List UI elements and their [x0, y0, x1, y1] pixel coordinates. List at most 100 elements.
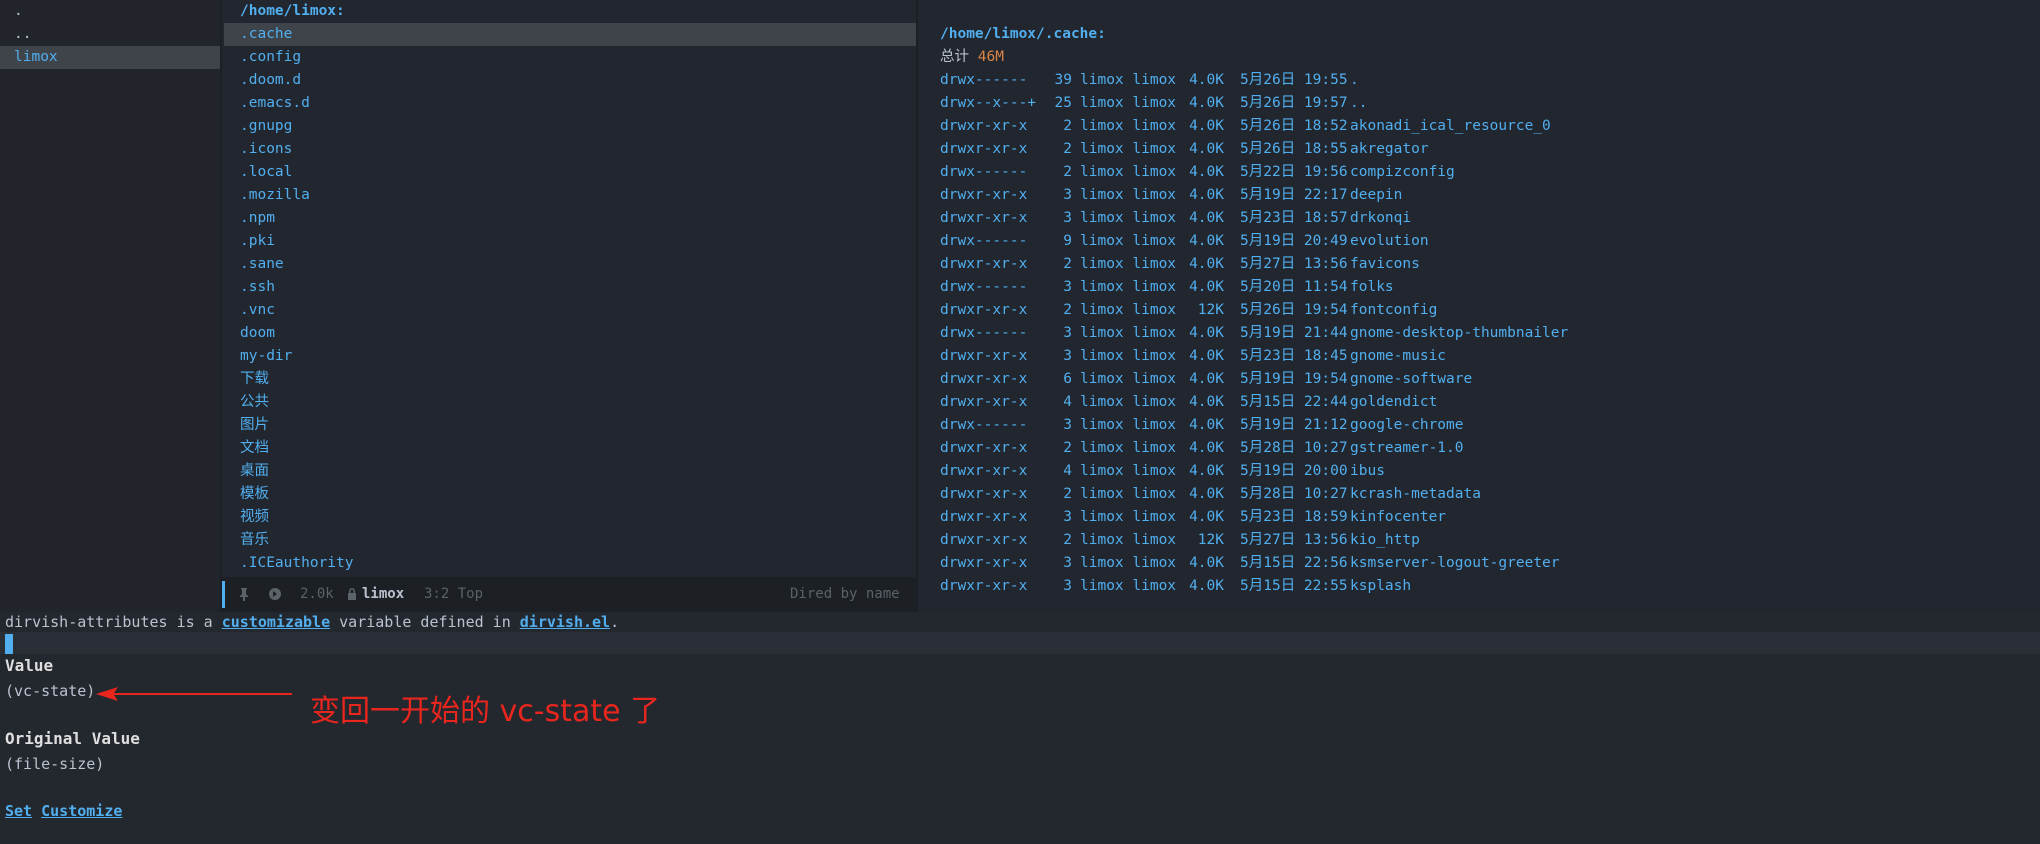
permissions: drwxr-xr-x	[940, 256, 1028, 272]
file-name: .gnupg	[240, 118, 293, 134]
current-value: (vc-state)	[5, 682, 96, 700]
permissions: drwxr-xr-x	[940, 118, 1028, 134]
file-entry[interactable]: my-dir	[224, 345, 916, 368]
owner-group: limox limox	[1080, 555, 1177, 571]
listing-row: drwxr-xr-x 3 limox limox 4.0K 5月23日 18:59 kin…	[918, 506, 2040, 529]
listing-row: drwxr-xr-x 3 limox limox 4.0K 5月19日 22:17 dee…	[918, 184, 2040, 207]
owner-group: limox limox	[1080, 210, 1177, 226]
file-entry[interactable]: 公共	[224, 391, 916, 414]
file-entry[interactable]: .cache	[224, 23, 916, 46]
listing-row: drwxr-xr-x 2 limox limox 4.0K 5月28日 10:27 kcr…	[918, 483, 2040, 506]
file-entry[interactable]: .ssh	[224, 276, 916, 299]
file-entry[interactable]: doom	[224, 322, 916, 345]
file-entry[interactable]: 视频	[224, 506, 916, 529]
file-entry[interactable]: .pki	[224, 230, 916, 253]
text-cursor	[5, 634, 13, 654]
file-entry[interactable]: 下载	[224, 368, 916, 391]
modified-date: 5月19日 21:12	[1240, 417, 1348, 433]
entry-name: google-chrome	[1350, 417, 1464, 433]
parent-directory-list: ... limox	[0, 0, 220, 69]
preview-spacer	[918, 0, 2040, 23]
file-entry[interactable]: .icons	[224, 138, 916, 161]
file-entry[interactable]: .mozilla	[224, 184, 916, 207]
permissions: drwx------	[940, 417, 1028, 433]
file-size: 4.0K	[1189, 486, 1224, 502]
permissions: drwxr-xr-x	[940, 394, 1028, 410]
file-entry[interactable]: 图片	[224, 414, 916, 437]
file-size: 4.0K	[1189, 555, 1224, 571]
listing-row: drwxr-xr-x 3 limox limox 4.0K 5月15日 22:55 ksp…	[918, 575, 2040, 598]
entry-name: .	[1350, 72, 1359, 88]
file-size: 4.0K	[1189, 578, 1224, 594]
file-entry[interactable]: 音乐	[224, 529, 916, 552]
link-count: 2	[1063, 486, 1072, 502]
file-name: doom	[240, 325, 275, 341]
modified-date: 5月27日 13:56	[1240, 256, 1348, 272]
listing-row: drwxr-xr-x 2 limox limox 4.0K 5月27日 13:56 fav…	[918, 253, 2040, 276]
file-size: 4.0K	[1189, 95, 1224, 111]
owner-group: limox limox	[1080, 532, 1177, 548]
owner-group: limox limox	[1080, 187, 1177, 203]
link-count: 2	[1063, 302, 1072, 318]
listing-row: drwx------ 2 limox limox 4.0K 5月22日 19:56 com…	[918, 161, 2040, 184]
file-entry[interactable]: .emacs.d	[224, 92, 916, 115]
preview-pane: /home/limox/.cache: 总计 46M drwx------ 39 l…	[918, 0, 2040, 612]
file-size: 12K	[1197, 302, 1224, 318]
file-size: 4.0K	[1189, 371, 1224, 387]
owner-group: limox limox	[1080, 141, 1177, 157]
entry-name: ksmserver-logout-greeter	[1350, 555, 1560, 571]
file-size: 4.0K	[1189, 417, 1224, 433]
file-entry[interactable]: 文档	[224, 437, 916, 460]
file-entry[interactable]: .ICEauthority	[224, 552, 916, 575]
file-size: 4.0K	[1189, 233, 1224, 249]
modeline-buffer-name: limox	[362, 586, 405, 602]
total-value: 46M	[977, 49, 1004, 65]
file-name: 图片	[240, 417, 269, 433]
file-name: .mozilla	[240, 187, 310, 203]
source-file-link[interactable]: dirvish.el	[520, 613, 610, 631]
permissions: drwxr-xr-x	[940, 302, 1028, 318]
file-entry[interactable]: .doom.d	[224, 69, 916, 92]
file-entry[interactable]: .gnupg	[224, 115, 916, 138]
annotation-text: 变回一开始的 vc-state 了	[310, 694, 661, 729]
file-name: 模板	[240, 486, 269, 502]
file-entry[interactable]: .local	[224, 161, 916, 184]
link-count: 3	[1063, 417, 1072, 433]
file-entry[interactable]: .config	[224, 46, 916, 69]
permissions: drwxr-xr-x	[940, 486, 1028, 502]
file-name: 桌面	[240, 463, 269, 479]
file-entry[interactable]: .sane	[224, 253, 916, 276]
file-entry[interactable]: 桌面	[224, 460, 916, 483]
modified-date: 5月23日 18:45	[1240, 348, 1348, 364]
owner-group: limox limox	[1080, 417, 1177, 433]
modified-date: 5月15日 22:44	[1240, 394, 1348, 410]
help-text: is a	[167, 613, 222, 631]
file-name: .sane	[240, 256, 284, 272]
file-size: 12K	[1197, 532, 1224, 548]
cursor-line	[0, 632, 2040, 654]
file-entry[interactable]: .vnc	[224, 299, 916, 322]
file-size: 4.0K	[1189, 210, 1224, 226]
parent-directory-item[interactable]: limox	[0, 46, 220, 69]
file-size: 4.0K	[1189, 256, 1224, 272]
permissions: drwx--x---+	[940, 95, 1037, 111]
owner-group: limox limox	[1080, 95, 1177, 111]
link-count: 3	[1063, 325, 1072, 341]
listing-row: drwx------ 39 limox limox 4.0K 5月26日 19:55.	[918, 69, 2040, 92]
customize-link[interactable]: Customize	[41, 802, 122, 820]
parent-directory-item[interactable]: ..	[0, 23, 220, 46]
parent-directory-item[interactable]: .	[0, 0, 220, 23]
file-entry[interactable]: 模板	[224, 483, 916, 506]
entry-name: folks	[1350, 279, 1394, 295]
set-link[interactable]: Set	[5, 802, 32, 820]
file-entry[interactable]: .npm	[224, 207, 916, 230]
file-name: .pki	[240, 233, 275, 249]
listing-row: drwx--x---+ 25 limox limox 4.0K 5月26日 19:57.…	[918, 92, 2040, 115]
listing-row: drwxr-xr-x 2 limox limox 12K 5月27日 13:56 kio_…	[918, 529, 2040, 552]
customizable-link[interactable]: customizable	[222, 613, 330, 631]
modeline-position: 3:2 Top	[424, 586, 484, 602]
file-name: .ICEauthority	[240, 555, 354, 571]
file-size: 4.0K	[1189, 141, 1224, 157]
pane-divider	[220, 0, 222, 612]
permissions: drwxr-xr-x	[940, 210, 1028, 226]
